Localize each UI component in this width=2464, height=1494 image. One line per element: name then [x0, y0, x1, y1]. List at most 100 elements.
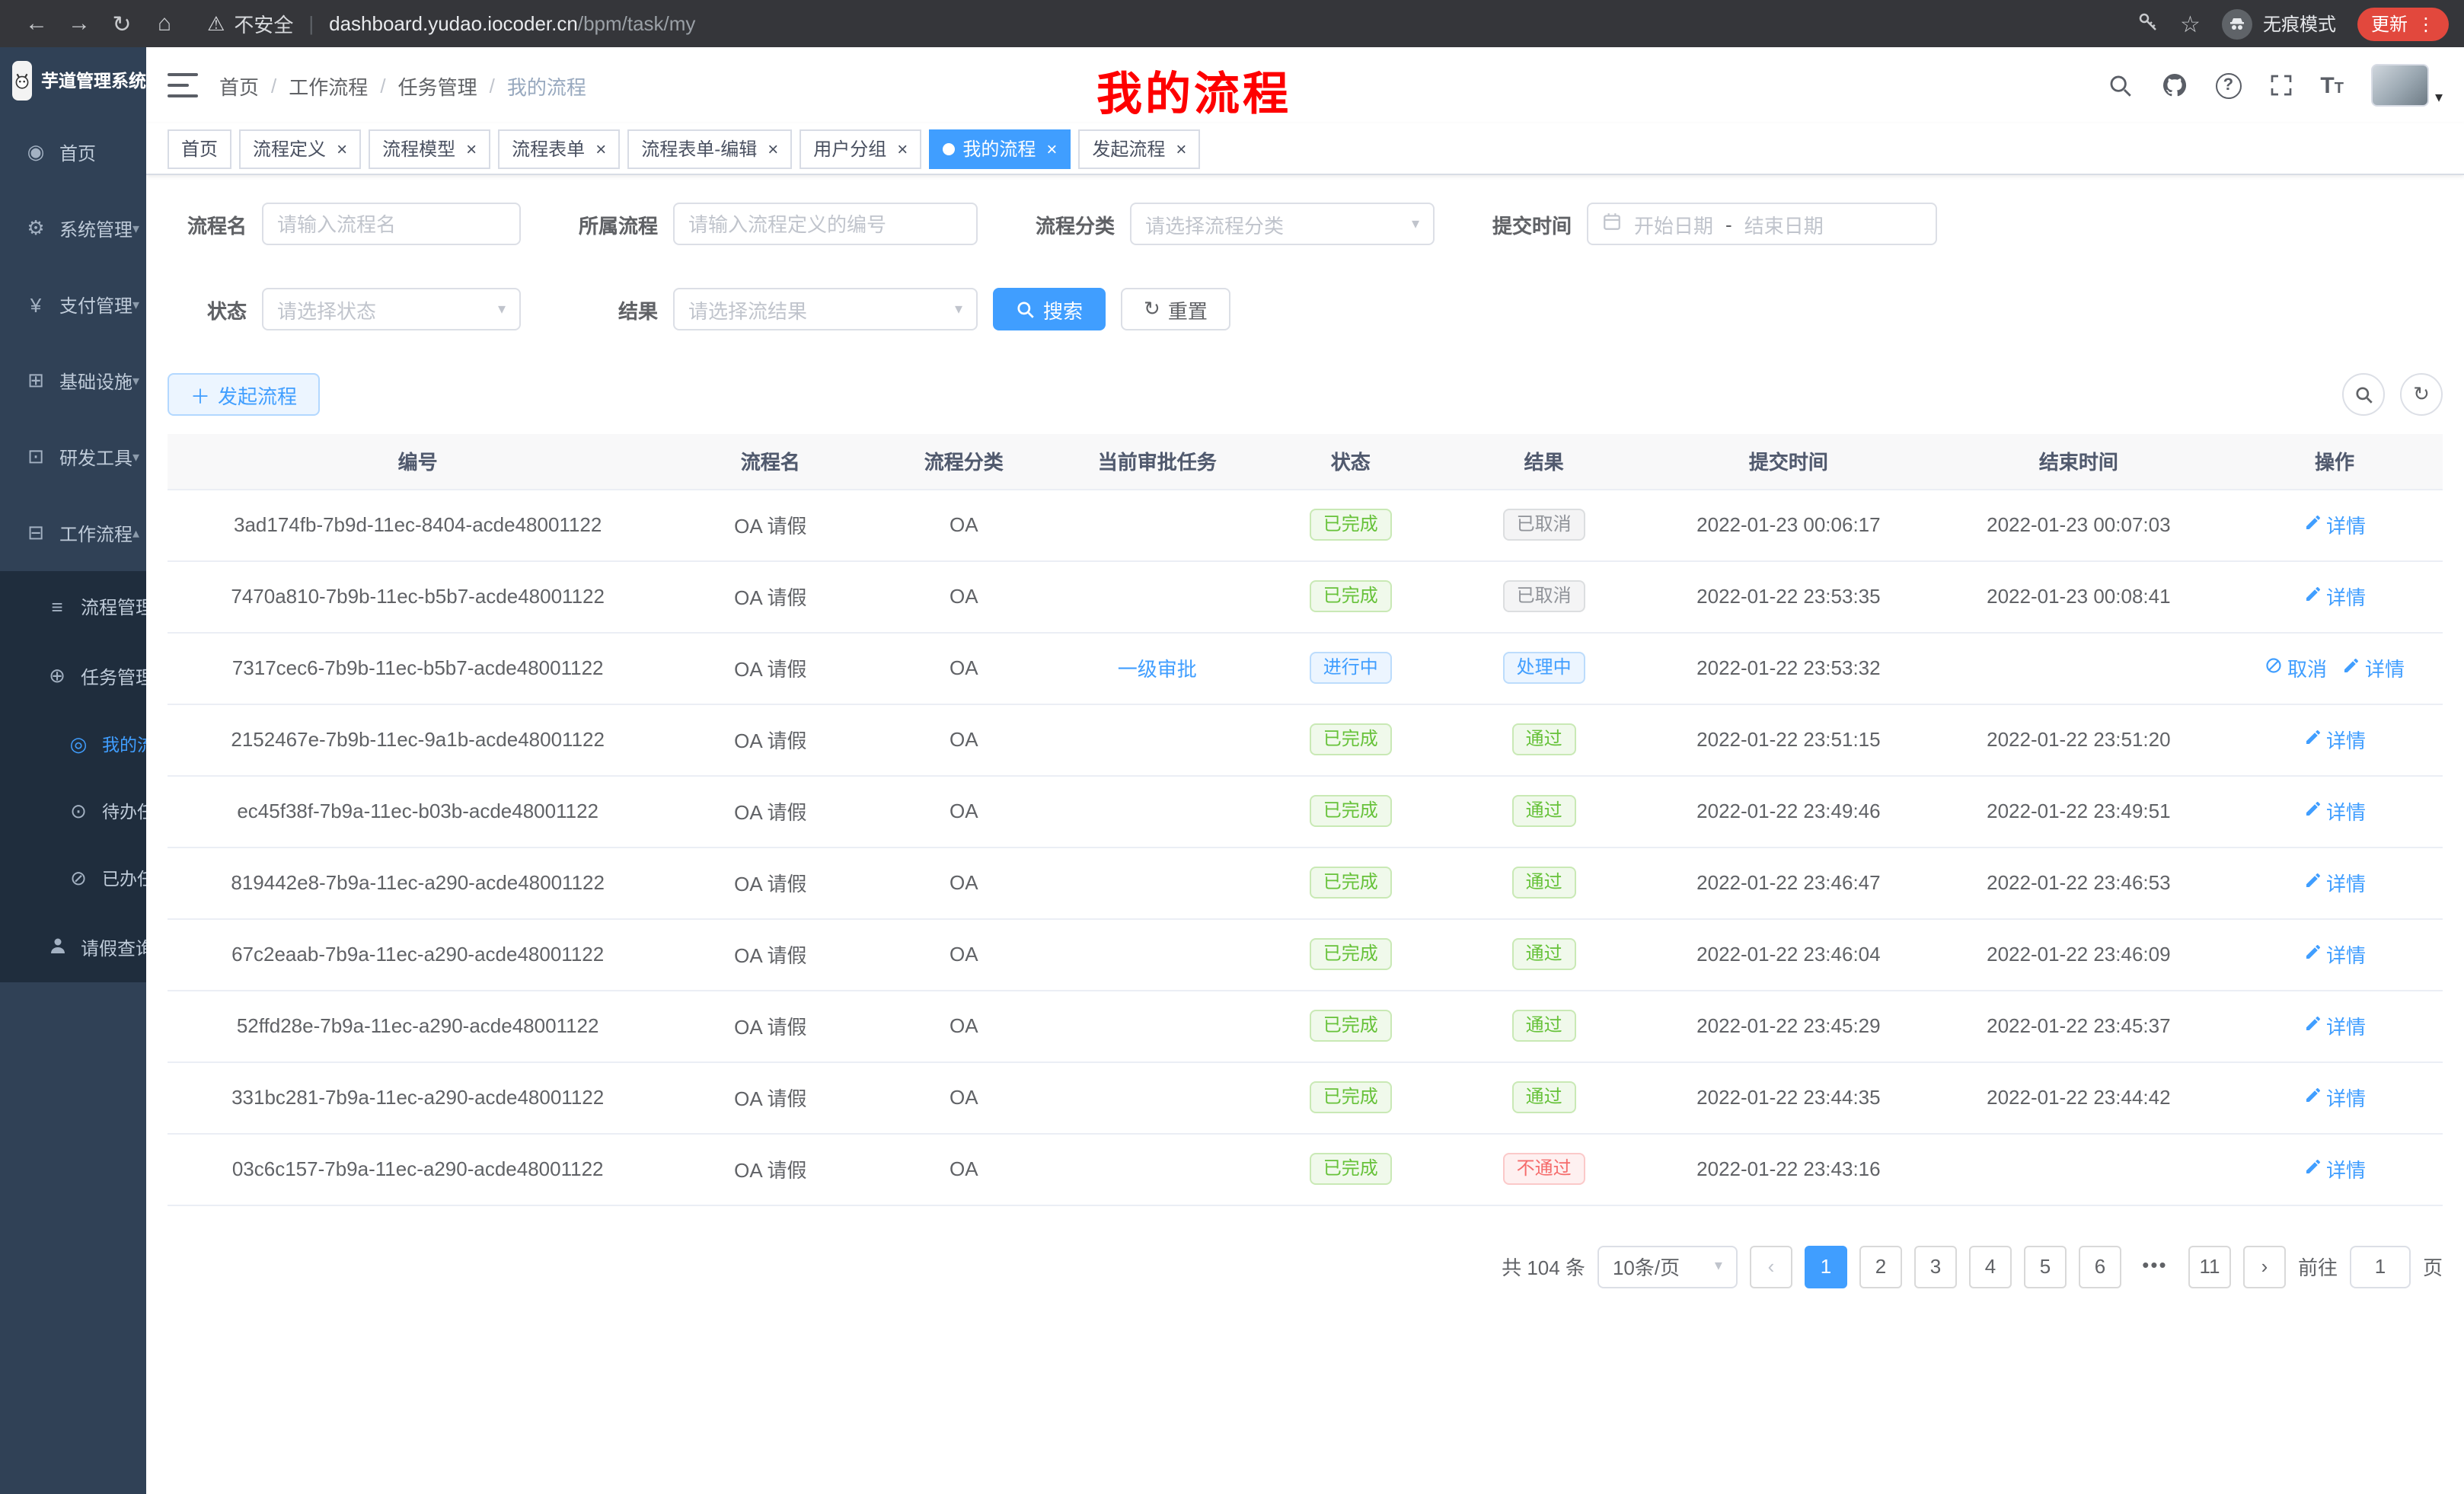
- detail-link[interactable]: 详情: [2303, 1083, 2366, 1112]
- close-icon[interactable]: ×: [466, 138, 477, 159]
- status-select[interactable]: 请选择状态 ▾: [262, 288, 521, 330]
- sidebar-item-leave-query[interactable]: 请假查询: [0, 912, 146, 982]
- start-process-button[interactable]: ＋ 发起流程: [168, 373, 320, 416]
- toggle-search-button[interactable]: [2342, 373, 2385, 416]
- breadcrumb-workflow[interactable]: 工作流程: [289, 71, 368, 100]
- sidebar-item-infrastructure[interactable]: ⊞ 基础设施 ▾: [0, 343, 146, 419]
- github-icon[interactable]: [2160, 72, 2188, 99]
- forward-icon[interactable]: →: [58, 5, 101, 42]
- refresh-icon: ↻: [1144, 297, 1160, 321]
- current-task: [1055, 847, 1259, 918]
- browser-menu-icon[interactable]: ⋮: [2417, 13, 2435, 34]
- sidebar-item-workflow[interactable]: ⊟ 工作流程 ▴: [0, 495, 146, 571]
- detail-link[interactable]: 详情: [2303, 1154, 2366, 1183]
- table-row: 3ad174fb-7b9d-11ec-8404-acde48001122OA 请…: [168, 489, 2443, 560]
- process-name: OA 请假: [668, 847, 873, 918]
- workflow-icon: ⊟: [24, 521, 47, 545]
- key-icon[interactable]: [2136, 10, 2159, 37]
- fullscreen-icon[interactable]: [2268, 73, 2293, 97]
- sidebar-item-task-management[interactable]: ⊕ 任务管理 ▴: [0, 641, 146, 711]
- tab-2[interactable]: 流程模型×: [369, 129, 490, 168]
- back-icon[interactable]: ←: [15, 5, 58, 42]
- current-task-link[interactable]: 一级审批: [1118, 653, 1197, 682]
- edit-icon: [2303, 1014, 2322, 1037]
- search-icon[interactable]: [2107, 72, 2133, 98]
- sidebar-item-devtools[interactable]: ⊡ 研发工具 ▾: [0, 419, 146, 495]
- cancel-link[interactable]: 取消: [2265, 653, 2327, 682]
- update-button[interactable]: 更新 ⋮: [2357, 7, 2449, 40]
- detail-link[interactable]: 详情: [2303, 725, 2366, 754]
- sidebar-item-my-process[interactable]: ◎ 我的流程: [0, 711, 146, 778]
- edit-icon: [2303, 800, 2322, 822]
- detail-link[interactable]: 详情: [2303, 1011, 2366, 1040]
- page-button-5[interactable]: 5: [2024, 1245, 2067, 1288]
- detail-link[interactable]: 详情: [2303, 940, 2366, 969]
- close-icon[interactable]: ×: [768, 138, 778, 159]
- detail-link[interactable]: 详情: [2303, 582, 2366, 611]
- prev-page-button[interactable]: ‹: [1750, 1245, 1792, 1288]
- next-page-button[interactable]: ›: [2243, 1245, 2286, 1288]
- actions-cell: 详情: [2226, 560, 2443, 632]
- detail-link[interactable]: 详情: [2303, 796, 2366, 825]
- end-time: 2022-01-22 23:46:53: [1931, 847, 2226, 918]
- page-button-6[interactable]: 6: [2079, 1245, 2121, 1288]
- detail-link[interactable]: 详情: [2303, 868, 2366, 897]
- status-badge: 已完成: [1310, 509, 1392, 541]
- page-button-2[interactable]: 2: [1859, 1245, 1902, 1288]
- page-button-11[interactable]: 11: [2188, 1245, 2231, 1288]
- security-indicator[interactable]: ⚠ 不安全: [207, 9, 293, 38]
- process-category-select[interactable]: 请选择流程分类 ▾: [1130, 203, 1435, 245]
- detail-link[interactable]: 详情: [2342, 653, 2405, 682]
- process-category: OA: [873, 560, 1055, 632]
- home-icon[interactable]: ⌂: [143, 5, 186, 42]
- process-definition-input[interactable]: [673, 203, 978, 245]
- close-icon[interactable]: ×: [1176, 138, 1186, 159]
- close-icon[interactable]: ×: [897, 138, 908, 159]
- sidebar-item-payment[interactable]: ¥ 支付管理 ▾: [0, 267, 146, 343]
- current-task: [1055, 1133, 1259, 1205]
- tab-0[interactable]: 首页: [168, 129, 231, 168]
- sidebar-item-home[interactable]: ◉ 首页: [0, 114, 146, 190]
- help-icon[interactable]: ?: [2215, 72, 2241, 98]
- reload-icon[interactable]: ↻: [101, 5, 143, 42]
- tab-3[interactable]: 流程表单×: [498, 129, 620, 168]
- tab-6[interactable]: 我的流程×: [929, 129, 1071, 168]
- close-icon[interactable]: ×: [1046, 138, 1057, 159]
- page-button-1[interactable]: 1: [1805, 1245, 1847, 1288]
- font-size-icon[interactable]: TT: [2320, 72, 2344, 98]
- tab-7[interactable]: 发起流程×: [1078, 129, 1200, 168]
- result-select[interactable]: 请选择流结果 ▾: [673, 288, 978, 330]
- refresh-table-button[interactable]: ↻: [2400, 373, 2443, 416]
- submit-time-range-picker[interactable]: 开始日期 - 结束日期: [1587, 203, 1937, 245]
- status-badge: 进行中: [1310, 652, 1392, 684]
- breadcrumb-home[interactable]: 首页: [219, 71, 259, 100]
- tab-1[interactable]: 流程定义×: [239, 129, 361, 168]
- breadcrumb-task-management[interactable]: 任务管理: [398, 71, 477, 100]
- bookmark-star-icon[interactable]: ☆: [2180, 10, 2201, 37]
- close-icon[interactable]: ×: [595, 138, 606, 159]
- chevron-down-icon: ▾: [132, 372, 139, 389]
- process-name-input[interactable]: [262, 203, 521, 245]
- app-logo-row[interactable]: 芋道管理系统: [0, 47, 146, 114]
- page-button-3[interactable]: 3: [1914, 1245, 1957, 1288]
- process-id: 7317cec6-7b9b-11ec-b5b7-acde48001122: [168, 632, 668, 704]
- search-button[interactable]: 搜索: [993, 288, 1106, 330]
- sidebar-item-process-management[interactable]: ≡ 流程管理 ▾: [0, 571, 146, 641]
- process-name: OA 请假: [668, 775, 873, 847]
- goto-page-input[interactable]: [2350, 1245, 2411, 1288]
- tab-4[interactable]: 流程表单-编辑×: [627, 129, 792, 168]
- close-icon[interactable]: ×: [337, 138, 347, 159]
- page-size-select[interactable]: 10条/页 ▾: [1597, 1245, 1738, 1288]
- tab-5[interactable]: 用户分组×: [800, 129, 921, 168]
- address-bar[interactable]: dashboard.yudao.iocoder.cn/bpm/task/my: [329, 12, 695, 35]
- more-pages-icon[interactable]: •••: [2134, 1245, 2176, 1288]
- sidebar-item-todo-tasks[interactable]: ⊙ 待办任务: [0, 778, 146, 845]
- page-button-4[interactable]: 4: [1969, 1245, 2012, 1288]
- reset-button[interactable]: ↻ 重置: [1121, 288, 1230, 330]
- user-menu[interactable]: ▾: [2371, 64, 2443, 107]
- result-cell: 不通过: [1441, 1133, 1646, 1205]
- sidebar-toggle-icon[interactable]: [168, 73, 198, 97]
- sidebar-item-done-tasks[interactable]: ⊘ 已办任务: [0, 845, 146, 912]
- sidebar-item-system[interactable]: ⚙ 系统管理 ▾: [0, 190, 146, 267]
- detail-link[interactable]: 详情: [2303, 510, 2366, 539]
